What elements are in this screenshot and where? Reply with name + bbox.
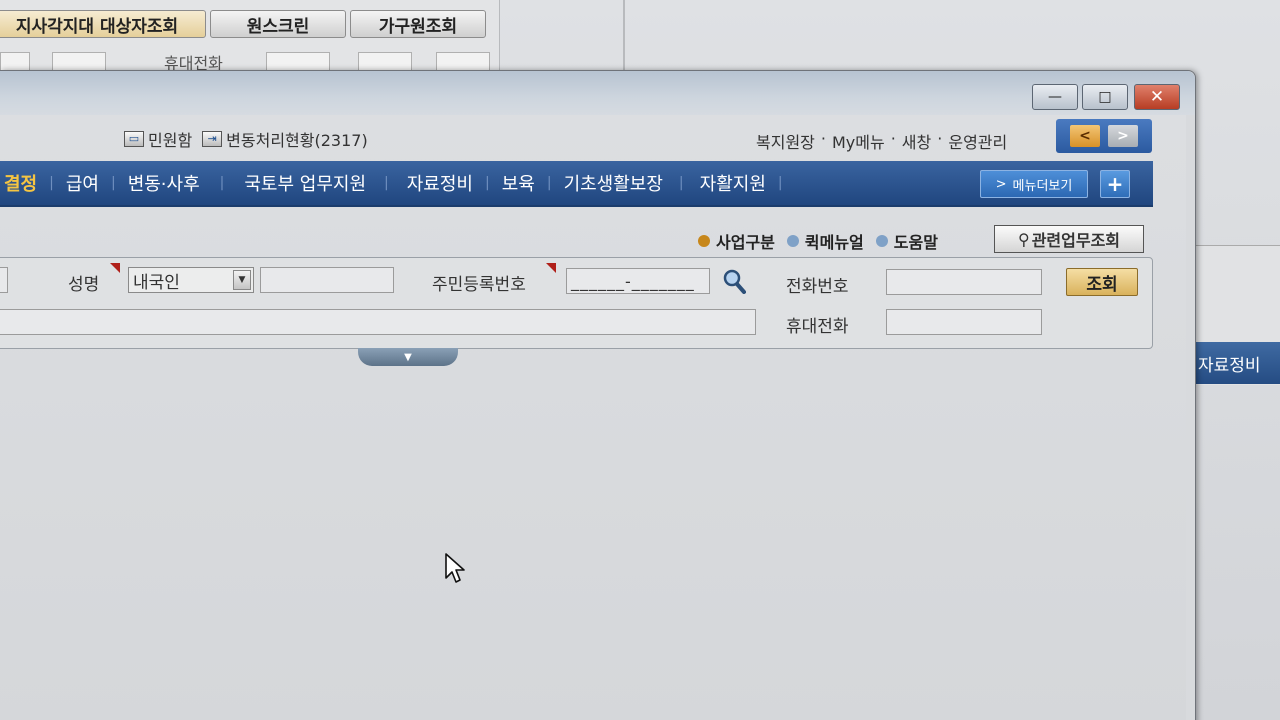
more-menu-label: 메뉴더보기 xyxy=(1012,178,1073,194)
separator: · xyxy=(890,129,896,148)
main-window: — □ ✕ ▭ 민원함 ⇥ 변동처리현황(2317) 복지원장 · My메뉴 ·… xyxy=(0,70,1196,720)
phone-label: 전화번호 xyxy=(786,277,849,297)
back-arrow-icon[interactable]: < xyxy=(1070,125,1100,147)
menu-separator: | xyxy=(49,175,54,191)
forward-arrow-icon[interactable]: > xyxy=(1108,125,1138,147)
chevron-right-icon: > xyxy=(995,176,1007,192)
separator: · xyxy=(820,129,826,148)
change-status-link[interactable]: 변동처리현황(2317) xyxy=(226,127,368,151)
menu-item-childcare[interactable]: 보육 xyxy=(502,170,535,196)
menu-item-decision[interactable]: 결정 xyxy=(4,170,37,196)
required-marker xyxy=(110,263,120,273)
name-input[interactable] xyxy=(260,267,394,293)
bg-field[interactable] xyxy=(266,52,330,72)
bg-household-search-button[interactable]: 가구원조회 xyxy=(350,10,486,38)
business-type-link[interactable]: 사업구분 xyxy=(716,229,775,253)
user-links: 복지원장 · My메뉴 · 새창 · 운영관리 xyxy=(756,129,1007,153)
menu-item-self-support[interactable]: 자활지원 xyxy=(700,170,766,196)
background-toolbar: 지사각지대 대상자조회 원스크린 가구원조회 휴대전화 xyxy=(0,0,500,73)
menu-separator: | xyxy=(485,175,490,191)
nationality-value: 내국인 xyxy=(133,272,180,293)
name-label: 성명 xyxy=(68,275,100,295)
bullet-icon xyxy=(786,235,799,247)
quick-manual-link[interactable]: 퀵메뉴얼 xyxy=(805,229,864,253)
menu-separator: | xyxy=(384,175,389,191)
menu-separator: | xyxy=(110,175,116,191)
magnifier-icon[interactable] xyxy=(722,268,746,294)
bullet-icon xyxy=(875,235,888,247)
related-business-button[interactable]: ⚲ 관련업무조회 xyxy=(994,225,1144,253)
bg-onescreen-button[interactable]: 원스크린 xyxy=(210,10,346,38)
mobile-input[interactable] xyxy=(886,309,1042,335)
bg-field[interactable] xyxy=(52,52,106,72)
bg-nav-data-maintenance[interactable]: 자료정비 xyxy=(1196,342,1280,384)
minimize-button[interactable]: — xyxy=(1032,84,1078,110)
help-link[interactable]: 도움말 xyxy=(894,229,938,253)
main-menu-bar: 결정 | 급여 | 변동·사후 | 국토부 업무지원 | 자료정비 | 보육 |… xyxy=(0,161,1153,207)
mouse-cursor-icon xyxy=(444,552,466,588)
user-link-new-window[interactable]: 새창 xyxy=(902,129,931,153)
phone-input[interactable] xyxy=(886,269,1042,295)
query-button[interactable]: 조회 xyxy=(1066,268,1138,296)
more-menu-button[interactable]: > 메뉴더보기 xyxy=(980,170,1088,198)
help-links: 사업구분 퀵메뉴얼 도움말 xyxy=(698,229,938,253)
maximize-button[interactable]: □ xyxy=(1082,84,1128,110)
menu-separator: | xyxy=(777,175,783,191)
menu-item-data-maintenance[interactable]: 자료정비 xyxy=(407,170,473,196)
window-content: ▭ 민원함 ⇥ 변동처리현황(2317) 복지원장 · My메뉴 · 새창 · … xyxy=(0,115,1186,720)
bg-divider xyxy=(623,0,625,70)
menu-item-benefits[interactable]: 급여 xyxy=(66,170,99,196)
inbox-link[interactable]: 민원함 xyxy=(148,127,192,151)
user-link-operations[interactable]: 운영관리 xyxy=(948,129,1007,153)
menu-separator: | xyxy=(678,175,684,191)
user-link-director[interactable]: 복지원장 xyxy=(756,129,815,153)
separator: · xyxy=(937,129,943,148)
menu-separator: | xyxy=(546,175,552,191)
nationality-select[interactable]: 내국인 ▼ xyxy=(128,267,254,293)
add-menu-button[interactable]: + xyxy=(1100,170,1130,198)
menu-separator: | xyxy=(219,175,225,191)
change-status-icon: ⇥ xyxy=(202,131,223,147)
close-button[interactable]: ✕ xyxy=(1134,84,1180,110)
top-links: ▭ 민원함 ⇥ 변동처리현황(2317) xyxy=(124,127,368,151)
user-link-my-menu[interactable]: My메뉴 xyxy=(832,129,885,153)
partial-field[interactable] xyxy=(0,267,8,293)
collapse-toggle[interactable]: ▼ xyxy=(358,348,458,366)
menu-item-changes[interactable]: 변동·사후 xyxy=(128,170,200,196)
bg-field[interactable] xyxy=(358,52,412,72)
menu-item-basic-living[interactable]: 기초생활보장 xyxy=(564,170,663,196)
related-business-label: 관련업무조회 xyxy=(1031,231,1121,250)
title-bar[interactable]: — □ ✕ xyxy=(0,71,1195,115)
mobile-label: 휴대전화 xyxy=(786,317,849,337)
bg-field[interactable] xyxy=(436,52,490,72)
required-marker xyxy=(546,263,556,273)
bg-blind-spot-search-button[interactable]: 지사각지대 대상자조회 xyxy=(0,10,206,38)
resident-id-label: 주민등록번호 xyxy=(432,275,526,295)
resident-id-input[interactable]: ______-_______ xyxy=(566,268,710,294)
bg-field[interactable] xyxy=(0,52,30,72)
history-nav: < > xyxy=(1056,119,1152,153)
search-icon: ⚲ xyxy=(1017,229,1030,249)
inbox-icon: ▭ xyxy=(124,131,144,147)
menu-item-molit[interactable]: 국토부 업무지원 xyxy=(244,170,366,196)
dropdown-arrow-icon[interactable]: ▼ xyxy=(233,270,251,290)
bullet-icon xyxy=(698,235,710,247)
address-input[interactable] xyxy=(0,309,756,335)
